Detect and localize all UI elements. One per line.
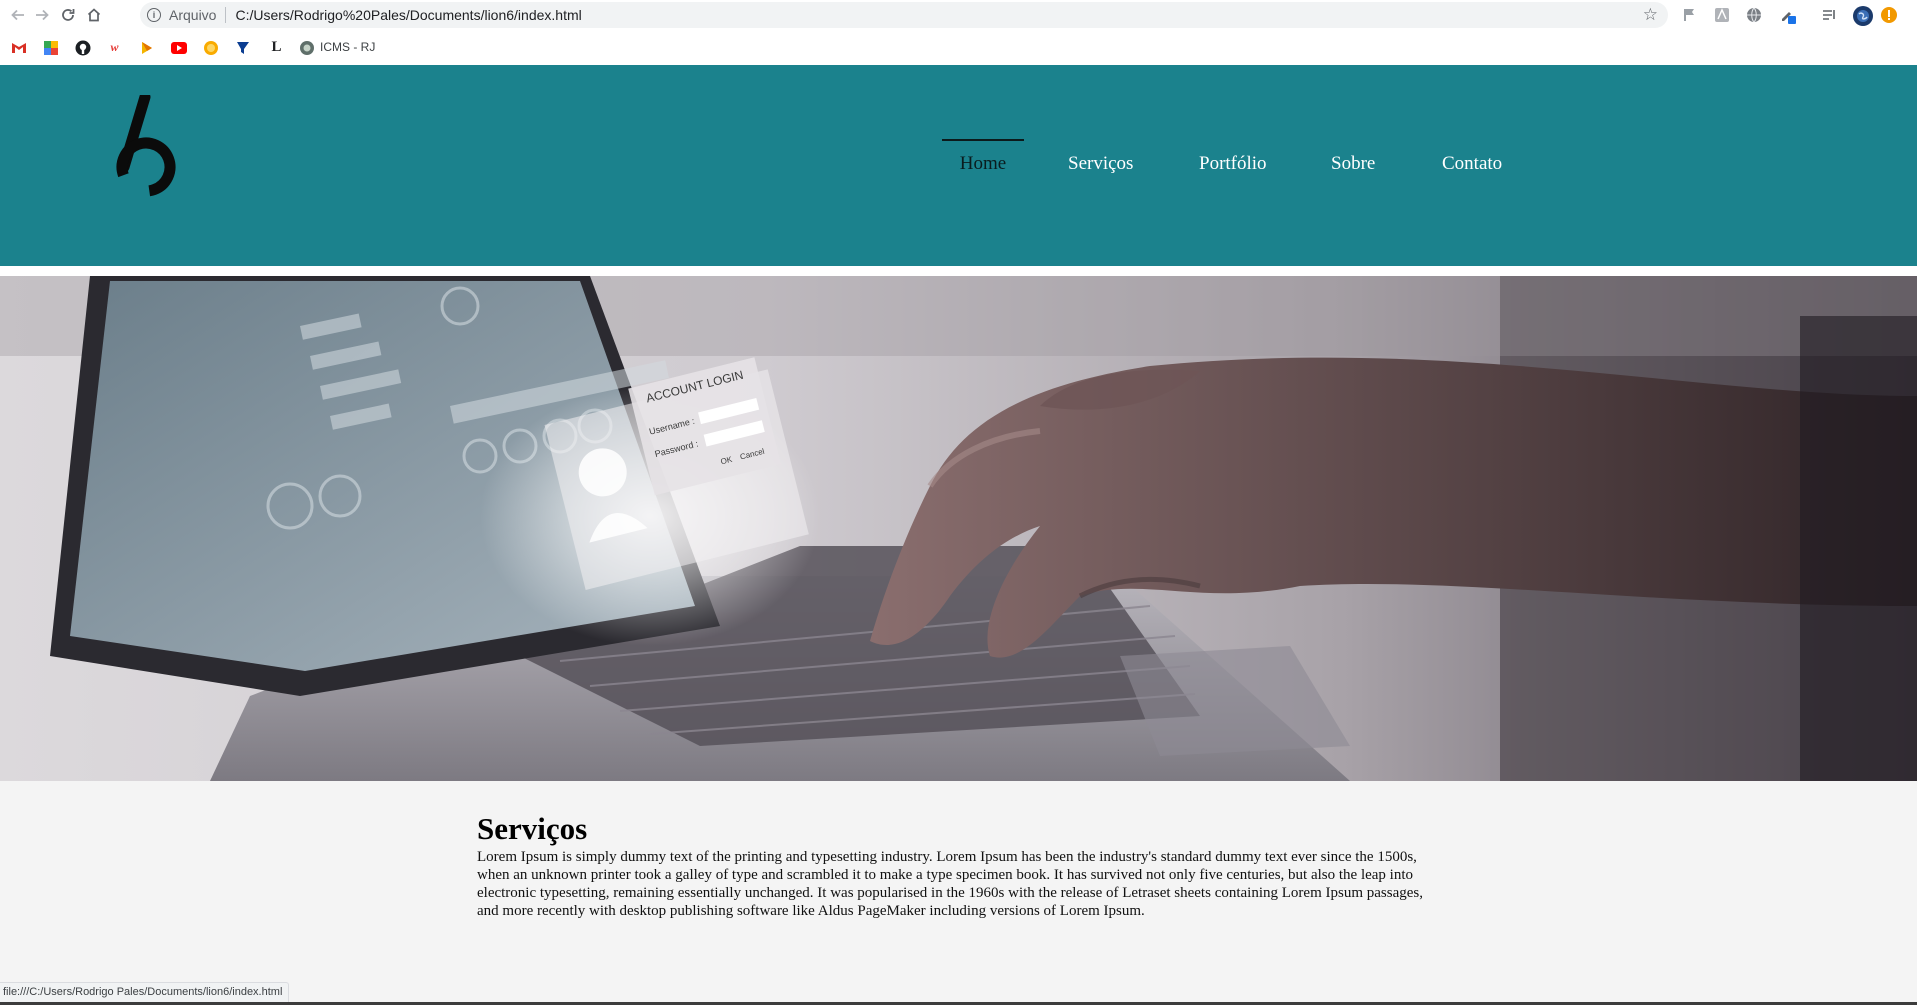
hero-laptop-image: ACCOUNT LOGIN Username : Password : OK C… <box>0 276 1917 781</box>
star-icon[interactable]: ☆ <box>1643 6 1658 23</box>
bookmark-coin-icon[interactable] <box>202 39 219 56</box>
bookmark-icms[interactable]: ICMS - RJ <box>320 40 375 54</box>
bookmark-flag-icon[interactable] <box>234 39 251 56</box>
services-section: Serviços Lorem Ipsum is simply dummy tex… <box>0 781 1917 1005</box>
services-title: Serviços <box>477 811 588 846</box>
extension-flag-icon[interactable] <box>1681 6 1699 24</box>
address-bar[interactable]: i Arquivo C:/Users/Rodrigo%20Pales/Docum… <box>140 2 1668 28</box>
youtube-icon[interactable] <box>170 39 187 56</box>
nav-contato-label: Contato <box>1442 153 1503 174</box>
nav-sobre-label: Sobre <box>1331 153 1376 174</box>
site-header: Home Serviços Portfólio Sobre Contato <box>0 65 1917 266</box>
nav-home[interactable]: Home <box>942 139 1024 179</box>
extension-globe-icon[interactable] <box>1745 6 1763 24</box>
bookmark-script-icon[interactable]: w <box>106 39 123 56</box>
address-divider <box>225 7 227 23</box>
profile-avatar-icon[interactable] <box>1853 6 1873 26</box>
google-apps-icon[interactable] <box>42 39 59 56</box>
extension-picker-icon[interactable] <box>1779 6 1797 24</box>
bookmarks-bar: w L ICMS - RJ <box>0 30 1917 65</box>
status-bar-url: file:///C:/Users/Rodrigo Pales/Documents… <box>0 982 290 1002</box>
reload-icon[interactable] <box>57 4 79 26</box>
github-icon[interactable] <box>74 39 91 56</box>
header-gap <box>0 266 1917 276</box>
extension-list-icon[interactable] <box>1821 6 1839 24</box>
hero-banner: ACCOUNT LOGIN Username : Password : OK C… <box>0 276 1917 781</box>
icms-icon[interactable] <box>298 39 315 56</box>
back-arrow-icon[interactable] <box>7 4 29 26</box>
nav-contato[interactable]: Contato <box>1442 139 1502 179</box>
google-slides-icon[interactable] <box>138 39 155 56</box>
address-url[interactable]: C:/Users/Rodrigo%20Pales/Documents/lion6… <box>235 7 581 23</box>
info-icon[interactable]: i <box>147 8 161 22</box>
browser-toolbar: i Arquivo C:/Users/Rodrigo%20Pales/Docum… <box>0 0 1917 30</box>
nav-servicos-label: Serviços <box>1068 153 1134 174</box>
nav-servicos[interactable]: Serviços <box>1068 139 1133 179</box>
active-indicator <box>942 139 1024 141</box>
gmail-icon[interactable] <box>10 39 27 56</box>
nav-sobre[interactable]: Sobre <box>1331 139 1375 179</box>
services-text: Lorem Ipsum is simply dummy text of the … <box>477 849 1423 919</box>
nav-home-label: Home <box>959 153 1007 174</box>
address-scheme: Arquivo <box>169 7 217 23</box>
update-alert-icon[interactable] <box>1880 6 1898 24</box>
home-icon[interactable] <box>83 4 105 26</box>
forward-arrow-icon[interactable] <box>31 4 53 26</box>
bookmark-l-icon[interactable]: L <box>268 39 285 56</box>
nav-portfolio-label: Portfólio <box>1199 153 1267 174</box>
extension-pdf-icon[interactable] <box>1713 6 1731 24</box>
nav-portfolio[interactable]: Portfólio <box>1199 139 1267 179</box>
logo-mark[interactable] <box>110 95 182 199</box>
